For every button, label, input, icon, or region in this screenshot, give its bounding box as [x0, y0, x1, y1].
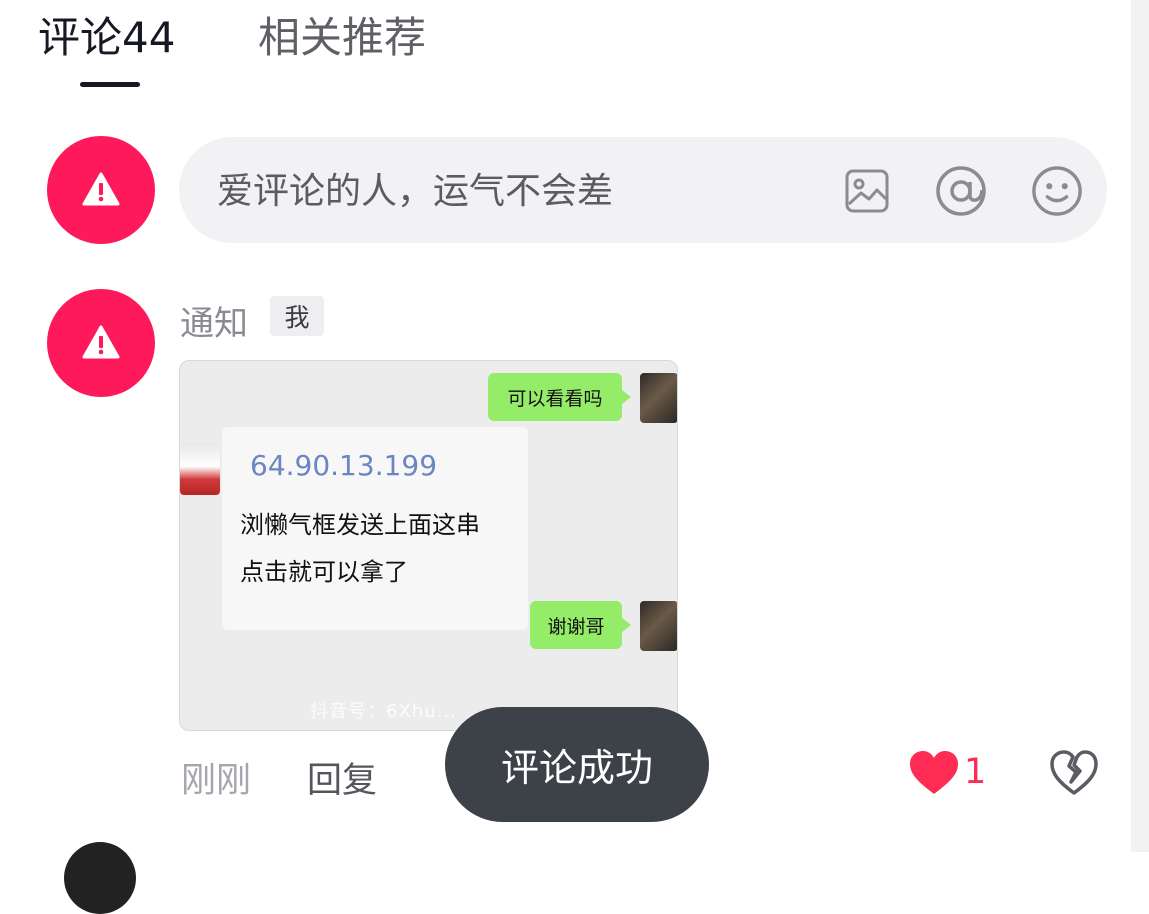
next-commenter-avatar[interactable] — [64, 842, 136, 914]
watermark: 抖音号：6Xhu... — [310, 701, 457, 722]
comment-image[interactable]: 可以看看吗 64.90.13.199 浏懒气框发送上面这串 点击就可以拿了 谢谢… — [179, 360, 678, 731]
comment-input[interactable] — [215, 137, 819, 245]
chat-message-line-2: 点击就可以拿了 — [240, 558, 408, 586]
chat-bubble-received: 64.90.13.199 浏懒气框发送上面这串 点击就可以拿了 — [222, 427, 528, 630]
at-icon[interactable] — [935, 165, 987, 217]
tab-related[interactable]: 相关推荐 — [258, 4, 426, 65]
image-icon[interactable] — [841, 165, 893, 217]
chat-avatar-sender — [640, 373, 677, 423]
chat-bubble-sent: 可以看看吗 — [488, 373, 631, 421]
tab-comments[interactable]: 评论44 — [38, 4, 175, 65]
chat-bubble-thanks: 谢谢哥 — [530, 601, 631, 649]
scrollbar-track[interactable] — [1131, 0, 1149, 852]
warning-icon — [82, 325, 120, 359]
emoji-icon[interactable] — [1031, 165, 1083, 217]
chat-avatar-sender — [640, 601, 677, 651]
like-icon[interactable] — [908, 750, 960, 796]
comment-time: 刚刚 — [181, 761, 252, 801]
ip-address-text: 64.90.13.199 — [250, 449, 438, 482]
comment-input-box[interactable] — [179, 137, 1107, 245]
tab-active-indicator — [80, 82, 140, 87]
toast-message: 评论成功 — [445, 707, 709, 822]
commenter-avatar[interactable] — [47, 289, 155, 397]
comment-author[interactable]: 通知 — [180, 296, 248, 345]
reply-button[interactable]: 回复 — [307, 752, 377, 803]
like-count: 1 — [964, 752, 987, 792]
me-badge: 我 — [270, 296, 324, 336]
warning-icon — [82, 172, 120, 206]
chat-avatar-receiver — [180, 443, 220, 495]
broken-heart-icon[interactable] — [1050, 750, 1098, 796]
chat-message-line-1: 浏懒气框发送上面这串 — [240, 511, 480, 539]
current-user-avatar[interactable] — [47, 136, 155, 244]
